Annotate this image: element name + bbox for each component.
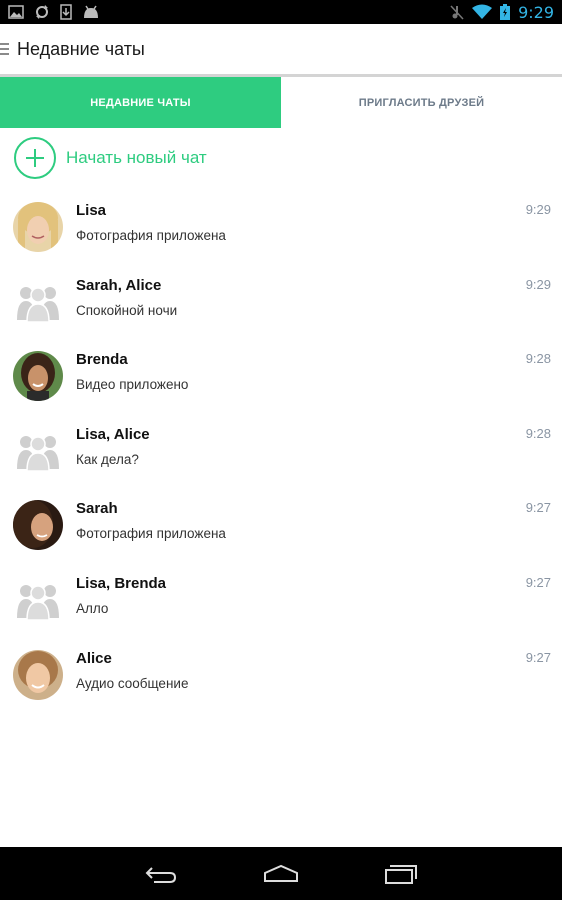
chat-time: 9:28 xyxy=(525,425,551,441)
back-icon[interactable] xyxy=(136,859,186,889)
chat-message: Как дела? xyxy=(76,451,139,467)
status-time: 9:29 xyxy=(518,2,554,22)
home-icon[interactable] xyxy=(256,859,306,889)
page-title: Недавние чаты xyxy=(17,38,145,59)
chat-item-sarah-alice[interactable]: Sarah, Alice Спокойной ночи 9:29 xyxy=(0,271,562,346)
chat-name: Sarah, Alice xyxy=(76,276,162,294)
group-avatar-icon xyxy=(13,277,63,327)
chat-message: Фотография приложена xyxy=(76,228,226,243)
chat-item-lisa-brenda[interactable]: Lisa, Brenda Алло 9:27 xyxy=(0,569,562,644)
avatar xyxy=(13,500,63,551)
tab-recent-chats[interactable]: НЕДАВНИЕ ЧАТЫ xyxy=(0,77,281,128)
chat-time: 9:28 xyxy=(525,351,551,367)
chat-message: Видео приложено xyxy=(76,377,189,393)
menu-icon[interactable] xyxy=(0,43,10,55)
avatar xyxy=(13,351,63,402)
chat-name: Lisa, Alice xyxy=(76,425,150,443)
chat-time: 9:29 xyxy=(525,276,551,292)
chat-item-lisa-alice[interactable]: Lisa, Alice Как дела? 9:28 xyxy=(0,420,562,495)
chat-message: Аудио сообщение xyxy=(76,675,189,691)
action-bar: Недавние чаты xyxy=(0,24,562,74)
group-avatar-icon xyxy=(13,426,63,476)
chat-item-brenda[interactable]: Brenda Видео приложено 9:28 xyxy=(0,345,562,420)
chat-time: 9:29 xyxy=(525,202,551,217)
chat-item-alice[interactable]: Alice Аудио сообщение 9:27 xyxy=(0,644,562,719)
download-icon xyxy=(60,4,72,20)
tab-bar: НЕДАВНИЕ ЧАТЫ ПРИГЛАСИТЬ ДРУЗЕЙ xyxy=(0,77,562,128)
status-bar: 9:29 xyxy=(0,0,562,24)
chat-item-sarah[interactable]: Sarah Фотография приложена 9:27 xyxy=(0,494,562,569)
chat-time: 9:27 xyxy=(525,500,551,516)
plus-icon xyxy=(14,137,56,179)
new-chat-button[interactable]: Начать новый чат xyxy=(14,135,207,181)
chat-message: Спокойной ночи xyxy=(76,302,178,318)
chat-message: Алло xyxy=(76,600,109,616)
chat-time: 9:27 xyxy=(525,649,551,665)
avatar xyxy=(13,202,63,252)
avatar xyxy=(13,649,63,700)
chat-name: Alice xyxy=(76,649,112,667)
mute-icon xyxy=(450,4,464,20)
chat-time: 9:27 xyxy=(525,574,551,590)
recent-apps-icon[interactable] xyxy=(376,859,426,889)
chat-list: Lisa Фотография приложена 9:29 Sarah, Al… xyxy=(0,196,562,718)
chat-name: Lisa xyxy=(76,202,107,219)
chat-name: Brenda xyxy=(76,351,128,369)
battery-icon xyxy=(500,4,511,20)
wifi-icon xyxy=(472,4,493,20)
android-icon xyxy=(82,5,100,19)
chat-item-lisa[interactable]: Lisa Фотография приложена 9:29 xyxy=(0,196,562,271)
navigation-bar xyxy=(0,847,562,900)
image-icon xyxy=(8,5,24,19)
sync-icon xyxy=(34,4,50,20)
chat-message: Фотография приложена xyxy=(76,526,226,542)
chat-name: Lisa, Brenda xyxy=(76,574,167,592)
new-chat-label: Начать новый чат xyxy=(66,148,207,167)
tab-invite-friends[interactable]: ПРИГЛАСИТЬ ДРУЗЕЙ xyxy=(281,77,562,128)
group-avatar-icon xyxy=(13,575,63,625)
chat-name: Sarah xyxy=(76,500,118,518)
